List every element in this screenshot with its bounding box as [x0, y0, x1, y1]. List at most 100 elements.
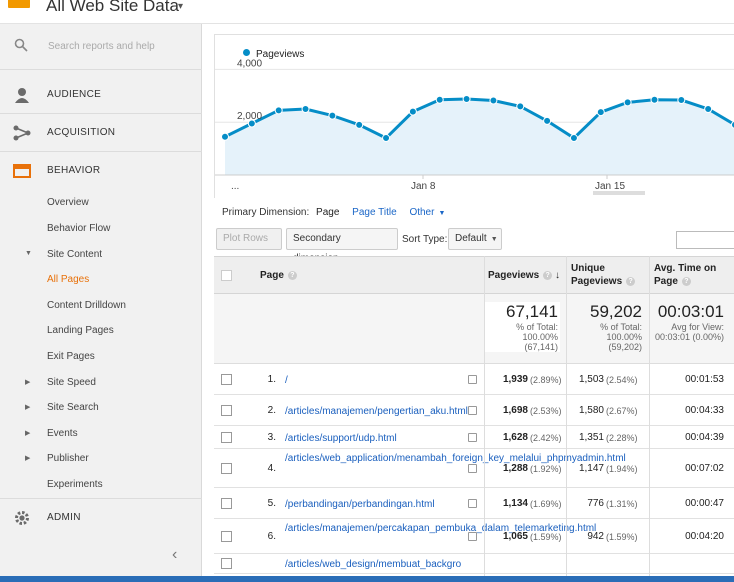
- page-link[interactable]: /articles/manajemen/pengertian_aku.html: [285, 405, 469, 418]
- collapsed-triangle-icon[interactable]: ▶: [25, 378, 30, 386]
- select-all-checkbox[interactable]: [221, 270, 232, 281]
- sort-arrow-icon[interactable]: ↓: [555, 270, 560, 281]
- table-row[interactable]: 4. /articles/web_application/menambah_for…: [214, 449, 734, 488]
- row-checkbox[interactable]: [221, 558, 232, 569]
- chevron-down-icon[interactable]: ▼: [438, 210, 445, 217]
- col-page[interactable]: Page?: [260, 269, 297, 282]
- sidebar-item-audience[interactable]: AUDIENCE: [0, 76, 202, 114]
- pageviews-percent: (2.42%): [530, 433, 562, 443]
- dimension-page[interactable]: Page: [316, 207, 339, 218]
- total-percent: 100.00%: [522, 332, 558, 342]
- nav-overview[interactable]: Overview: [47, 197, 89, 208]
- total-count: (59,202): [608, 342, 642, 352]
- help-icon[interactable]: ?: [681, 277, 691, 286]
- open-page-icon[interactable]: [468, 433, 477, 442]
- data-point: [355, 120, 364, 129]
- collapsed-triangle-icon[interactable]: ▶: [25, 403, 30, 411]
- unique-pageviews-value: 942: [587, 531, 604, 542]
- table-row[interactable]: 6. /articles/manajemen/percakapan_pembuka…: [214, 519, 734, 554]
- pageviews-percent: (2.53%): [530, 406, 562, 416]
- avg-label: Avg for View:: [671, 322, 724, 332]
- page-link[interactable]: /articles/manajemen/percakapan_pembuka_d…: [285, 522, 596, 535]
- acquisition-icon: [13, 125, 31, 141]
- nav-all-pages[interactable]: All Pages: [47, 274, 89, 285]
- search-placeholder[interactable]: Search reports and help: [48, 41, 155, 52]
- nav-site-search[interactable]: Site Search: [47, 402, 99, 413]
- column-divider: [649, 256, 650, 582]
- page-link[interactable]: /articles/support/udp.html: [285, 432, 469, 445]
- page-link[interactable]: /articles/web_design/membuat_backgro: [285, 558, 469, 571]
- help-icon[interactable]: ?: [287, 271, 297, 280]
- col-unique-label-2: Pageviews: [571, 276, 623, 287]
- nav-exit-pages[interactable]: Exit Pages: [47, 351, 95, 362]
- col-avg-time[interactable]: Avg. Time on Page?: [654, 262, 716, 288]
- dimension-other[interactable]: Other: [409, 207, 434, 218]
- expanded-triangle-icon[interactable]: ▼: [25, 250, 32, 257]
- table-row[interactable]: 1. / 1,939 (2.89%) 1,503 (2.54%) 00:01:53: [214, 364, 734, 395]
- open-page-icon[interactable]: [468, 375, 477, 384]
- sort-type-dropdown[interactable]: Default ▼: [448, 228, 502, 250]
- table-row[interactable]: /articles/web_design/membuat_backgro: [214, 554, 734, 574]
- totals-row: 67,141 % of Total: 100.00% (67,141) 59,2…: [214, 294, 734, 364]
- collapsed-triangle-icon[interactable]: ▶: [25, 454, 30, 462]
- table-row[interactable]: 2. /articles/manajemen/pengertian_aku.htm…: [214, 395, 734, 426]
- table-row[interactable]: 5./perbandingan/perbandingan.html 1,134 (1…: [214, 488, 734, 519]
- page-link[interactable]: /articles/web_application/menambah_forei…: [285, 452, 626, 465]
- collapsed-triangle-icon[interactable]: ▶: [25, 429, 30, 437]
- plot-rows-button[interactable]: Plot Rows: [216, 228, 282, 250]
- dimension-page-title[interactable]: Page Title: [352, 207, 396, 218]
- table-search-input[interactable]: [676, 231, 734, 249]
- avg-time-value: 00:07:02: [685, 463, 724, 474]
- data-point: [704, 105, 713, 113]
- page-link[interactable]: /: [285, 374, 469, 387]
- row-checkbox[interactable]: [221, 531, 232, 542]
- unique-pageviews-percent: (1.31%): [606, 499, 638, 509]
- col-unique-pageviews[interactable]: Unique Pageviews?: [571, 262, 636, 288]
- row-number: 1.: [267, 374, 276, 385]
- sidebar-item-acquisition[interactable]: ACQUISITION: [0, 114, 202, 152]
- unique-pageviews-value: 776: [587, 498, 604, 509]
- nav-experiments[interactable]: Experiments: [47, 479, 103, 490]
- unique-pageviews-value: 1,580: [578, 405, 604, 416]
- row-checkbox[interactable]: [221, 498, 232, 509]
- open-page-icon[interactable]: [468, 406, 477, 415]
- property-selector[interactable]: All Web Site Data: [46, 0, 179, 16]
- unique-pageviews-percent: (2.54%): [606, 375, 638, 385]
- nav-behavior-flow[interactable]: Behavior Flow: [47, 223, 110, 234]
- y-tick-label: 2,000: [237, 111, 262, 122]
- open-page-icon[interactable]: [468, 464, 477, 473]
- table-row[interactable]: 3. /articles/support/udp.html 1,628 (2.42%)…: [214, 426, 734, 449]
- nav-landing-pages[interactable]: Landing Pages: [47, 325, 114, 336]
- data-point: [408, 107, 417, 116]
- collapse-sidebar-icon[interactable]: ‹: [172, 546, 177, 564]
- avg-time-value: 00:01:53: [685, 374, 724, 385]
- sidebar-search[interactable]: Search reports and help: [0, 24, 202, 70]
- unique-pageviews-percent: (2.67%): [606, 406, 638, 416]
- nav-events[interactable]: Events: [47, 428, 78, 439]
- table-header: Page? Pageviews? ↓ Unique Pageviews? Avg.…: [214, 256, 734, 294]
- sidebar-item-behavior[interactable]: BEHAVIOR: [0, 152, 202, 190]
- nav-site-content[interactable]: Site Content: [47, 249, 102, 260]
- nav-site-speed[interactable]: Site Speed: [47, 377, 96, 388]
- row-checkbox[interactable]: [221, 405, 232, 416]
- pageviews-value: 1,134: [502, 498, 528, 509]
- row-checkbox[interactable]: [221, 463, 232, 474]
- secondary-dimension-dropdown[interactable]: Secondary dimension▼: [286, 228, 398, 264]
- nav-content-drilldown[interactable]: Content Drilldown: [47, 300, 126, 311]
- open-page-icon[interactable]: [468, 532, 477, 541]
- page-link[interactable]: /perbandingan/perbandingan.html: [285, 498, 469, 511]
- help-icon[interactable]: ?: [626, 277, 636, 286]
- col-pageviews[interactable]: Pageviews? ↓: [488, 269, 560, 282]
- row-checkbox[interactable]: [221, 374, 232, 385]
- avg-time-value: 00:00:47: [685, 498, 724, 509]
- open-page-icon[interactable]: [468, 499, 477, 508]
- row-checkbox[interactable]: [221, 432, 232, 443]
- sidebar-item-admin[interactable]: ADMIN: [0, 498, 202, 536]
- unique-pageviews-percent: (1.59%): [606, 532, 638, 542]
- nav-publisher[interactable]: Publisher: [47, 453, 89, 464]
- analytics-logo-icon: [8, 0, 30, 8]
- pageviews-value: 1,288: [502, 463, 528, 474]
- row-number: 3.: [267, 432, 276, 443]
- chevron-down-icon[interactable]: ▾: [178, 1, 183, 12]
- help-icon[interactable]: ?: [543, 271, 553, 280]
